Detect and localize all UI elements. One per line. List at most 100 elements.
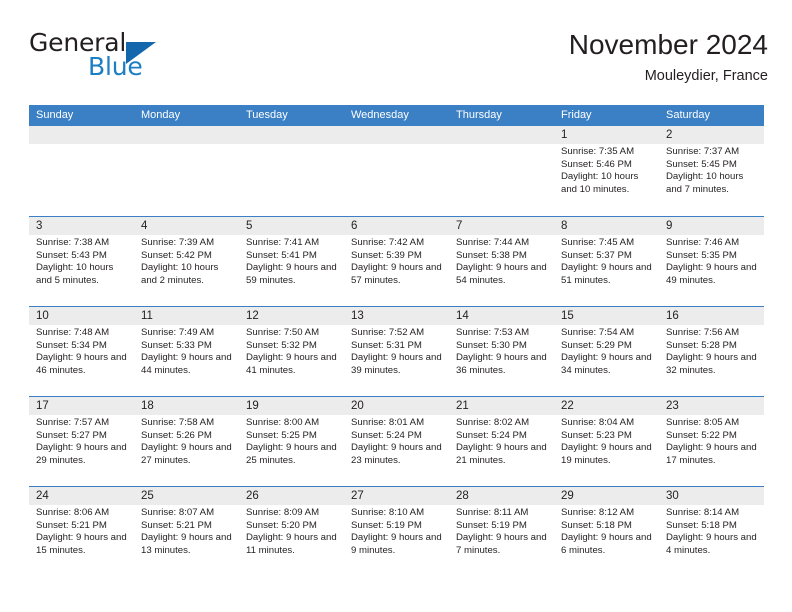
sunset-text: Sunset: 5:18 PM — [561, 519, 632, 531]
calendar-day-cell[interactable]: 7 Sunrise: 7:44 AM Sunset: 5:38 PM Daylight… — [449, 217, 554, 306]
day-number: 23 — [659, 397, 764, 415]
calendar-day-cell[interactable]: 8 Sunrise: 7:45 AM Sunset: 5:37 PM Daylight… — [554, 217, 659, 306]
calendar-day-cell[interactable]: 10 Sunrise: 7:48 AM Sunset: 5:34 PM Dayligh… — [29, 307, 134, 396]
sunset-text: Sunset: 5:19 PM — [456, 519, 527, 531]
weekday-header-friday: Friday — [561, 109, 592, 121]
sunset-text: Sunset: 5:39 PM — [351, 249, 422, 261]
daylight-text: Daylight: 9 hours and 17 minutes. — [666, 442, 757, 466]
calendar-day-cell[interactable]: 23 Sunrise: 8:05 AM Sunset: 5:22 PM Dayligh… — [659, 397, 764, 486]
day-sun-info: Sunrise: 7:42 AM Sunset: 5:39 PM Daylight:… — [344, 235, 449, 287]
calendar-day-cell[interactable]: 13 Sunrise: 7:52 AM Sunset: 5:31 PM Dayligh… — [344, 307, 449, 396]
sunset-text: Sunset: 5:31 PM — [351, 339, 422, 351]
sunrise-text: Sunrise: 8:10 AM — [351, 507, 425, 518]
weekday-header-wednesday: Wednesday — [351, 109, 409, 121]
day-number: 19 — [239, 397, 344, 415]
calendar-day-cell[interactable]: 18 Sunrise: 7:58 AM Sunset: 5:26 PM Dayligh… — [134, 397, 239, 486]
daylight-text: Daylight: 9 hours and 4 minutes. — [666, 532, 757, 556]
calendar-day-cell[interactable]: 16 Sunrise: 7:56 AM Sunset: 5:28 PM Dayligh… — [659, 307, 764, 396]
day-sun-info: Sunrise: 7:38 AM Sunset: 5:43 PM Daylight:… — [29, 235, 134, 287]
daylight-text: Daylight: 10 hours and 5 minutes. — [36, 262, 114, 286]
calendar-day-cell[interactable]: 28 Sunrise: 8:11 AM Sunset: 5:19 PM Dayligh… — [449, 487, 554, 576]
calendar-day-cell[interactable]: 6 Sunrise: 7:42 AM Sunset: 5:39 PM Daylight… — [344, 217, 449, 306]
day-number — [29, 126, 134, 144]
day-sun-info: Sunrise: 7:48 AM Sunset: 5:34 PM Daylight:… — [29, 325, 134, 377]
daylight-text: Daylight: 9 hours and 15 minutes. — [36, 532, 127, 556]
sunset-text: Sunset: 5:30 PM — [456, 339, 527, 351]
day-sun-info: Sunrise: 7:45 AM Sunset: 5:37 PM Daylight:… — [554, 235, 659, 287]
calendar-day-cell[interactable]: 19 Sunrise: 8:00 AM Sunset: 5:25 PM Dayligh… — [239, 397, 344, 486]
day-number: 21 — [449, 397, 554, 415]
sunrise-text: Sunrise: 7:35 AM — [561, 146, 635, 157]
day-sun-info: Sunrise: 8:10 AM Sunset: 5:19 PM Daylight:… — [344, 505, 449, 557]
calendar-day-cell[interactable]: 15 Sunrise: 7:54 AM Sunset: 5:29 PM Dayligh… — [554, 307, 659, 396]
day-number: 11 — [134, 307, 239, 325]
calendar-day-cell[interactable]: 9 Sunrise: 7:46 AM Sunset: 5:35 PM Daylight… — [659, 217, 764, 306]
day-number: 16 — [659, 307, 764, 325]
daylight-text: Daylight: 9 hours and 7 minutes. — [456, 532, 547, 556]
day-number: 24 — [29, 487, 134, 505]
calendar-week-row: 1 Sunrise: 7:35 AM Sunset: 5:46 PM Daylight… — [29, 126, 764, 216]
day-number: 1 — [554, 126, 659, 144]
daylight-text: Daylight: 9 hours and 51 minutes. — [561, 262, 652, 286]
calendar-day-cell[interactable]: 30 Sunrise: 8:14 AM Sunset: 5:18 PM Dayligh… — [659, 487, 764, 576]
calendar-day-cell[interactable]: 4 Sunrise: 7:39 AM Sunset: 5:42 PM Daylight… — [134, 217, 239, 306]
calendar-day-cell[interactable]: 20 Sunrise: 8:01 AM Sunset: 5:24 PM Dayligh… — [344, 397, 449, 486]
sunset-text: Sunset: 5:26 PM — [141, 429, 212, 441]
day-sun-info: Sunrise: 8:00 AM Sunset: 5:25 PM Daylight:… — [239, 415, 344, 467]
calendar-day-cell[interactable]: 25 Sunrise: 8:07 AM Sunset: 5:21 PM Dayligh… — [134, 487, 239, 576]
calendar-day-cell[interactable]: 22 Sunrise: 8:04 AM Sunset: 5:23 PM Dayligh… — [554, 397, 659, 486]
day-sun-info: Sunrise: 8:11 AM Sunset: 5:19 PM Daylight:… — [449, 505, 554, 557]
day-sun-info: Sunrise: 7:46 AM Sunset: 5:35 PM Daylight:… — [659, 235, 764, 287]
daylight-text: Daylight: 9 hours and 21 minutes. — [456, 442, 547, 466]
weekday-header-monday: Monday — [141, 109, 181, 121]
calendar-day-cell[interactable]: 26 Sunrise: 8:09 AM Sunset: 5:20 PM Dayligh… — [239, 487, 344, 576]
calendar-day-cell[interactable]: 2 Sunrise: 7:37 AM Sunset: 5:45 PM Daylight… — [659, 126, 764, 216]
sunrise-text: Sunrise: 7:53 AM — [456, 327, 530, 338]
daylight-text: Daylight: 9 hours and 34 minutes. — [561, 352, 652, 376]
general-blue-logo[interactable]: General Blue — [29, 28, 159, 84]
calendar-week-row: 3 Sunrise: 7:38 AM Sunset: 5:43 PM Daylight… — [29, 216, 764, 306]
sunset-text: Sunset: 5:19 PM — [351, 519, 422, 531]
daylight-text: Daylight: 10 hours and 10 minutes. — [561, 171, 639, 195]
daylight-text: Daylight: 9 hours and 44 minutes. — [141, 352, 232, 376]
sunrise-text: Sunrise: 7:45 AM — [561, 237, 635, 248]
sunrise-text: Sunrise: 7:41 AM — [246, 237, 320, 248]
sunrise-text: Sunrise: 7:42 AM — [351, 237, 425, 248]
sunrise-text: Sunrise: 7:39 AM — [141, 237, 215, 248]
calendar-day-cell[interactable]: 5 Sunrise: 7:41 AM Sunset: 5:41 PM Daylight… — [239, 217, 344, 306]
sunrise-text: Sunrise: 7:38 AM — [36, 237, 110, 248]
day-sun-info: Sunrise: 7:49 AM Sunset: 5:33 PM Daylight:… — [134, 325, 239, 377]
sunset-text: Sunset: 5:22 PM — [666, 429, 737, 441]
calendar-day-cell[interactable]: 14 Sunrise: 7:53 AM Sunset: 5:30 PM Dayligh… — [449, 307, 554, 396]
calendar-day-cell[interactable]: 24 Sunrise: 8:06 AM Sunset: 5:21 PM Dayligh… — [29, 487, 134, 576]
calendar-day-cell[interactable]: 29 Sunrise: 8:12 AM Sunset: 5:18 PM Dayligh… — [554, 487, 659, 576]
sunset-text: Sunset: 5:28 PM — [666, 339, 737, 351]
sunrise-text: Sunrise: 8:14 AM — [666, 507, 740, 518]
day-sun-info: Sunrise: 7:54 AM Sunset: 5:29 PM Daylight:… — [554, 325, 659, 377]
sunrise-text: Sunrise: 8:01 AM — [351, 417, 425, 428]
day-number: 15 — [554, 307, 659, 325]
calendar-day-cell[interactable]: 1 Sunrise: 7:35 AM Sunset: 5:46 PM Daylight… — [554, 126, 659, 216]
day-number: 10 — [29, 307, 134, 325]
daylight-text: Daylight: 9 hours and 39 minutes. — [351, 352, 442, 376]
day-sun-info: Sunrise: 8:02 AM Sunset: 5:24 PM Daylight:… — [449, 415, 554, 467]
day-sun-info: Sunrise: 7:39 AM Sunset: 5:42 PM Daylight:… — [134, 235, 239, 287]
daylight-text: Daylight: 9 hours and 49 minutes. — [666, 262, 757, 286]
calendar-day-cell[interactable]: 12 Sunrise: 7:50 AM Sunset: 5:32 PM Dayligh… — [239, 307, 344, 396]
calendar-day-cell[interactable]: 3 Sunrise: 7:38 AM Sunset: 5:43 PM Daylight… — [29, 217, 134, 306]
day-number: 4 — [134, 217, 239, 235]
calendar-weeks: 1 Sunrise: 7:35 AM Sunset: 5:46 PM Daylight… — [29, 126, 764, 576]
calendar-day-cell[interactable]: 27 Sunrise: 8:10 AM Sunset: 5:19 PM Dayligh… — [344, 487, 449, 576]
sunset-text: Sunset: 5:29 PM — [561, 339, 632, 351]
day-number: 6 — [344, 217, 449, 235]
day-sun-info: Sunrise: 7:41 AM Sunset: 5:41 PM Daylight:… — [239, 235, 344, 287]
day-sun-info: Sunrise: 8:05 AM Sunset: 5:22 PM Daylight:… — [659, 415, 764, 467]
day-number: 30 — [659, 487, 764, 505]
sunset-text: Sunset: 5:23 PM — [561, 429, 632, 441]
calendar-day-cell[interactable]: 21 Sunrise: 8:02 AM Sunset: 5:24 PM Dayligh… — [449, 397, 554, 486]
calendar-day-cell[interactable]: 17 Sunrise: 7:57 AM Sunset: 5:27 PM Dayligh… — [29, 397, 134, 486]
day-sun-info: Sunrise: 7:50 AM Sunset: 5:32 PM Daylight:… — [239, 325, 344, 377]
calendar-day-cell[interactable]: 11 Sunrise: 7:49 AM Sunset: 5:33 PM Dayligh… — [134, 307, 239, 396]
day-number: 22 — [554, 397, 659, 415]
sunset-text: Sunset: 5:20 PM — [246, 519, 317, 531]
